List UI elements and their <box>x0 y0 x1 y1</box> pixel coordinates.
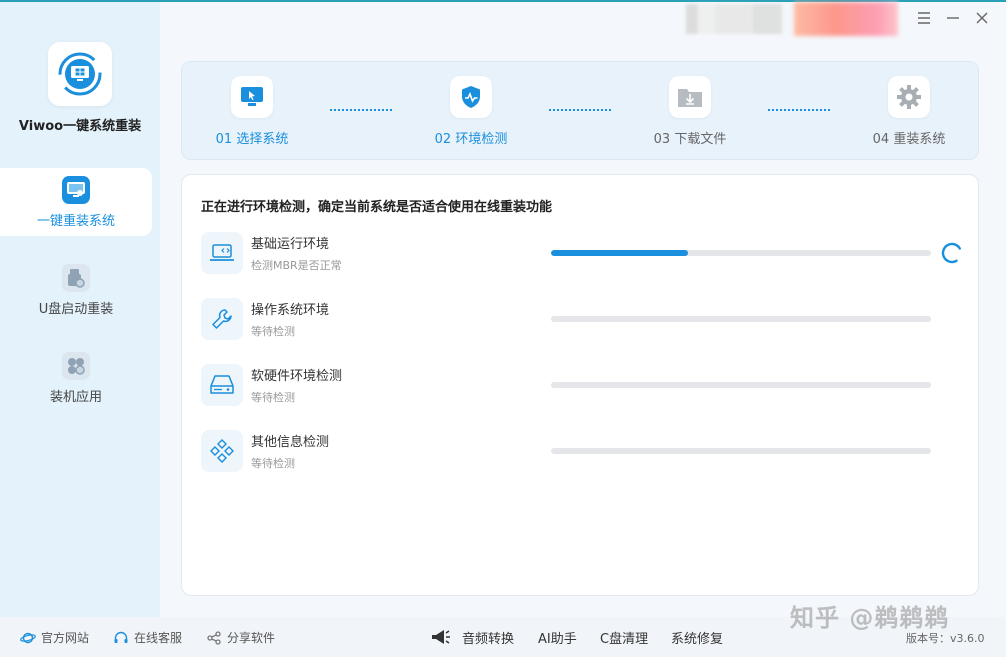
menu-icon[interactable] <box>914 8 934 28</box>
share-software-link[interactable]: 分享软件 <box>206 629 275 646</box>
official-website-link[interactable]: 官方网站 <box>20 629 89 646</box>
step-environment-check: 02 环境检测 <box>401 76 541 147</box>
headset-icon <box>114 631 128 643</box>
check-status: 等待检测 <box>251 391 295 404</box>
footer-link-label: 在线客服 <box>134 631 183 645</box>
sidebar-item-label: 一键重装系统 <box>36 213 115 229</box>
check-title: 软硬件环境检测 <box>251 369 343 384</box>
sidebar-item-label: 装机应用 <box>49 389 102 405</box>
sidebar-item-one-click-reinstall[interactable]: 一键重装系统 <box>0 168 152 236</box>
sidebar-item-install-apps[interactable]: 装机应用 <box>0 344 152 412</box>
check-title: 操作系统环境 <box>251 303 330 318</box>
logo-icon <box>58 52 102 96</box>
check-title: 其他信息检测 <box>251 435 330 450</box>
check-progress-bar <box>551 316 931 322</box>
step-connector <box>768 109 830 111</box>
sidebar-item-usb-reinstall[interactable]: U盘启动重装 <box>0 256 152 324</box>
check-progress-bar <box>551 382 931 388</box>
check-progress-bar <box>551 448 931 454</box>
step-connector <box>549 109 611 111</box>
online-support-link[interactable]: 在线客服 <box>113 629 182 646</box>
blurred-user-info <box>686 4 782 34</box>
megaphone-icon <box>432 630 450 644</box>
wrench-icon <box>201 298 243 340</box>
step-connector <box>330 109 392 111</box>
check-status: 等待检测 <box>251 325 295 338</box>
apps-icon <box>62 351 90 380</box>
usb-drive-icon <box>62 263 90 292</box>
tool-system-repair[interactable]: 系统修复 <box>671 628 723 647</box>
monitor-cursor-icon <box>231 76 273 118</box>
share-icon <box>207 630 221 645</box>
check-status: 检测MBR是否正常 <box>251 259 342 272</box>
app-logo <box>48 42 112 106</box>
diamond-grid-icon <box>201 430 243 472</box>
shield-pulse-icon <box>450 76 492 118</box>
environment-check-panel: 正在进行环境检测，确定当前系统是否适合使用在线重装功能 基础运行环境 检测MBR… <box>181 174 979 596</box>
watermark: 知乎 @鹈鹈鹈 <box>790 604 950 632</box>
laptop-code-icon <box>201 232 243 274</box>
footer-link-label: 官方网站 <box>41 631 90 645</box>
planet-icon <box>20 632 36 643</box>
check-row-os-environment: 操作系统环境 等待检测 <box>201 296 961 342</box>
check-progress-bar <box>551 250 931 256</box>
progress-fill <box>551 250 688 256</box>
blurred-avatar-banner <box>794 2 898 36</box>
install-steps: 01 选择系统 02 环境检测 03 下载文件 04 重装系统 <box>181 61 979 160</box>
step-reinstall-system: 04 重装系统 <box>839 76 979 147</box>
check-row-hardware-software: 软硬件环境检测 等待检测 <box>201 362 961 408</box>
footer-link-label: 分享软件 <box>227 631 276 645</box>
step-label: 01 选择系统 <box>215 132 289 147</box>
step-download-files: 03 下载文件 <box>620 76 760 147</box>
tool-audio-convert[interactable]: 音频转换 <box>462 628 514 647</box>
step-select-system: 01 选择系统 <box>182 76 322 147</box>
step-label: 03 下载文件 <box>653 132 727 147</box>
panel-title: 正在进行环境检测，确定当前系统是否适合使用在线重装功能 <box>201 200 553 215</box>
sidebar-item-label: U盘启动重装 <box>38 301 114 317</box>
check-row-basic-environment: 基础运行环境 检测MBR是否正常 <box>201 230 961 276</box>
step-label: 02 环境检测 <box>434 132 508 147</box>
hard-drive-icon <box>201 364 243 406</box>
tool-ai-assistant[interactable]: AI助手 <box>538 628 577 647</box>
close-icon[interactable] <box>972 8 992 28</box>
loading-spinner-icon <box>941 242 961 264</box>
check-row-other-info: 其他信息检测 等待检测 <box>201 428 961 474</box>
tool-c-drive-cleanup[interactable]: C盘清理 <box>600 628 648 647</box>
check-title: 基础运行环境 <box>251 237 330 252</box>
app-name: Viwoo一键系统重装 <box>18 119 142 134</box>
step-label: 04 重装系统 <box>872 132 946 147</box>
minimize-icon[interactable] <box>943 8 963 28</box>
download-folder-icon <box>669 76 711 118</box>
gear-icon <box>888 76 930 118</box>
sidebar: Viwoo一键系统重装 一键重装系统 U盘启动重装 装机应用 <box>0 2 160 617</box>
monitor-icon <box>62 175 90 204</box>
check-status: 等待检测 <box>251 457 295 470</box>
